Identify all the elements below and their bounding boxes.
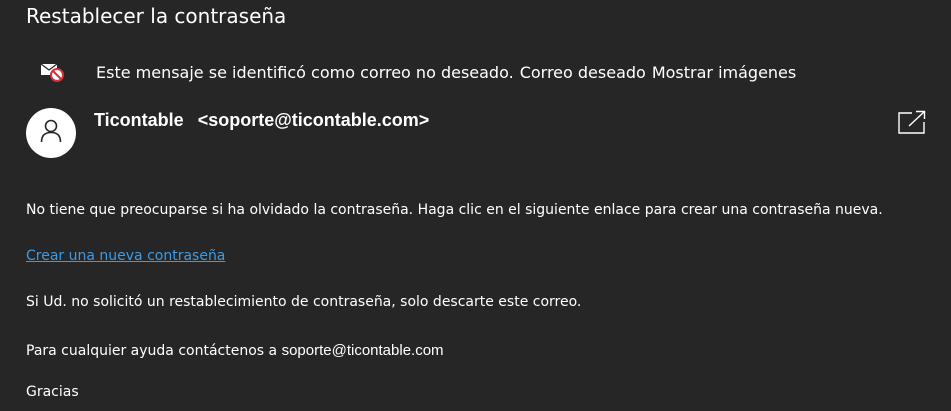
body-closing: Gracias: [26, 384, 79, 400]
help-email: soporte@ticontable.com: [281, 342, 444, 359]
open-in-new-window-button[interactable]: [898, 109, 926, 135]
sender-name[interactable]: Ticontable: [94, 110, 184, 130]
sender-info: Ticontable <soporte@ticontable.com>: [94, 110, 429, 131]
body-ignore-note: Si Ud. no solicitó un restablecimiento d…: [26, 294, 582, 310]
person-icon: [40, 119, 62, 147]
show-images-link[interactable]: Mostrar imágenes: [652, 63, 796, 82]
help-prefix-text: Para cualquier ayuda contáctenos a: [26, 343, 278, 359]
junk-warning-bar: Este mensaje se identificó como correo n…: [40, 60, 802, 84]
body-intro: No tiene que preocuparse si ha olvidado …: [26, 202, 883, 218]
avatar[interactable]: [26, 108, 76, 158]
junk-notice-text: Este mensaje se identificó como correo n…: [96, 62, 514, 82]
open-in-new-window-icon: [898, 110, 926, 139]
message-subject: Restablecer la contraseña: [26, 4, 287, 28]
sender-email[interactable]: <soporte@ticontable.com>: [198, 110, 430, 130]
reset-password-link[interactable]: Crear una nueva contraseña: [26, 248, 225, 264]
blocked-mail-icon: [40, 60, 66, 84]
body-help-line: Para cualquier ayuda contáctenos a sopor…: [26, 342, 444, 359]
not-junk-link[interactable]: Correo deseado: [520, 63, 646, 82]
